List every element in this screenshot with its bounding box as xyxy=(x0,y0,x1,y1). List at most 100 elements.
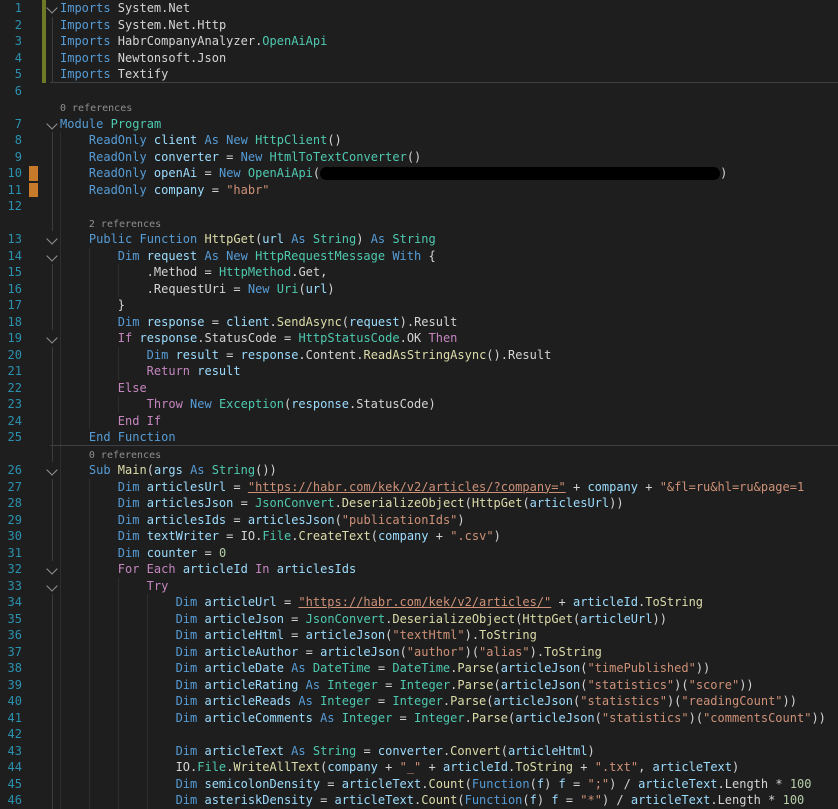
code-line[interactable]: 8 ReadOnly client As New HttpClient() xyxy=(0,132,838,149)
codelens-references-link[interactable]: 0 references xyxy=(89,450,161,461)
code-line[interactable]: 16 .RequestUri = New Uri(url) xyxy=(0,280,838,298)
codelens-references-link[interactable]: 2 references xyxy=(89,219,161,230)
line-number[interactable]: 2 xyxy=(0,17,22,34)
line-number[interactable]: 9 xyxy=(0,149,22,166)
code-line[interactable]: 33 Try xyxy=(0,577,838,595)
line-number[interactable]: 42 xyxy=(0,726,22,743)
code-line[interactable]: 22 Else xyxy=(0,379,838,397)
code-line[interactable]: 4 Imports Newtonsoft.Json xyxy=(0,49,838,67)
code-line[interactable]: 26 Sub Main(args As String()) xyxy=(0,462,838,479)
fold-chevron-icon[interactable] xyxy=(46,2,58,14)
codelens-row[interactable]: 0 references xyxy=(0,445,838,462)
line-number[interactable]: 10 xyxy=(0,165,22,182)
line-number[interactable]: 4 xyxy=(0,50,22,67)
line-number[interactable]: 13 xyxy=(0,231,22,248)
code-line[interactable]: 23 Throw New Exception(response.StatusCod… xyxy=(0,396,838,413)
code-line[interactable]: 42 xyxy=(0,726,838,743)
line-number[interactable]: 8 xyxy=(0,132,22,149)
code-line[interactable]: 37 Dim articleAuthor = articleJson("autho… xyxy=(0,643,838,661)
line-number[interactable]: 23 xyxy=(0,396,22,413)
code-line[interactable]: 27 Dim articlesUrl = "https://habr.com/ke… xyxy=(0,478,838,496)
code-line[interactable]: 34 Dim articleUrl = "https://habr.com/kek… xyxy=(0,594,838,611)
code-line[interactable]: 13 Public Function HttpGet(url As String)… xyxy=(0,231,838,248)
line-number[interactable]: 14 xyxy=(0,248,22,265)
code-line[interactable]: 28 Dim articlesJson = JsonConvert.Deseria… xyxy=(0,495,838,512)
code-line[interactable]: 3 Imports HabrCompanyAnalyzer.OpenAiApi xyxy=(0,33,838,50)
line-number[interactable]: 5 xyxy=(0,66,22,83)
line-number[interactable]: 15 xyxy=(0,264,22,281)
line-number[interactable]: 45 xyxy=(0,776,22,793)
line-number[interactable]: 26 xyxy=(0,462,22,479)
line-number[interactable]: 12 xyxy=(0,198,22,215)
code-line[interactable]: 17} xyxy=(0,297,838,314)
code-line[interactable]: 21 Return result xyxy=(0,363,838,380)
line-number[interactable]: 46 xyxy=(0,792,22,809)
code-line[interactable]: 39 Dim articleRating As Integer = Integer… xyxy=(0,676,838,694)
codelens-row[interactable]: 2 references xyxy=(0,214,838,231)
code-line[interactable]: 46 Dim asteriskDensity = articleText. Coun… xyxy=(0,792,838,809)
line-number[interactable]: 37 xyxy=(0,644,22,661)
line-number[interactable]: 36 xyxy=(0,627,22,644)
line-number[interactable]: 43 xyxy=(0,743,22,760)
line-number[interactable]: 17 xyxy=(0,297,22,314)
line-number[interactable]: 35 xyxy=(0,611,22,628)
code-line[interactable]: 6 xyxy=(0,83,838,100)
line-number[interactable]: 20 xyxy=(0,347,22,364)
code-line[interactable]: 40 Dim articleReads As Integer = Integer.… xyxy=(0,693,838,710)
code-line[interactable]: 10 ReadOnly openAi = New OpenAiApi() xyxy=(0,165,838,182)
code-line[interactable]: 44 IO.File.WriteAllText(company + "_" + a… xyxy=(0,759,838,776)
codelens-references-link[interactable]: 0 references xyxy=(60,103,132,114)
code-line[interactable]: 25 End Function xyxy=(0,429,838,446)
code-line[interactable]: 20 Dim result = response.Content.ReadAsSt… xyxy=(0,346,838,364)
line-number[interactable]: 40 xyxy=(0,693,22,710)
code-editor[interactable]: 1 Imports System.Net 2 Imports System.Net.H… xyxy=(0,0,838,809)
code-line[interactable]: 30 Dim textWriter = IO.File.CreateText(co… xyxy=(0,528,838,545)
line-number[interactable]: 18 xyxy=(0,314,22,331)
code-line[interactable]: 7 Module Program xyxy=(0,116,838,133)
line-number[interactable]: 7 xyxy=(0,116,22,133)
code-line[interactable]: 18 Dim response = client.SendAsync(reques… xyxy=(0,313,838,331)
line-number[interactable]: 32 xyxy=(0,561,22,578)
line-number[interactable]: 22 xyxy=(0,380,22,397)
line-number[interactable]: 30 xyxy=(0,528,22,545)
code-line[interactable]: 32 For Each articleId In articlesIds xyxy=(0,561,838,578)
line-number[interactable]: 21 xyxy=(0,363,22,380)
fold-chevron-icon[interactable] xyxy=(46,117,58,130)
code-line[interactable]: 36 Dim articleHtml = articleJson("textHtm… xyxy=(0,627,838,644)
code-line[interactable]: 9 ReadOnly converter = New HtmlToTextConv… xyxy=(0,148,838,166)
code-line[interactable]: 35 Dim articleJson = JsonConvert.Deserial… xyxy=(0,610,838,628)
code-line[interactable]: 12 xyxy=(0,198,838,215)
code-line[interactable]: 14 Dim request As New HttpRequestMessage … xyxy=(0,247,838,265)
code-line[interactable]: 29 Dim articlesIds = articlesJson("public… xyxy=(0,511,838,529)
line-number[interactable]: 1 xyxy=(0,0,22,17)
fold-chevron-icon[interactable] xyxy=(46,464,58,476)
code-line[interactable]: 19 If response.StatusCode = HttpStatusCod… xyxy=(0,330,838,347)
fold-chevron-icon[interactable] xyxy=(46,579,58,592)
line-number[interactable]: 25 xyxy=(0,429,22,446)
code-line[interactable]: 38 Dim articleDate As DateTime = DateTime… xyxy=(0,660,838,677)
line-number[interactable]: 6 xyxy=(0,83,22,100)
code-line[interactable]: 11 ReadOnly company = "habr" xyxy=(0,181,838,199)
line-number[interactable]: 33 xyxy=(0,578,22,595)
line-number[interactable]: 44 xyxy=(0,759,22,776)
code-line[interactable]: 15 .Method = HttpMethod.Get, xyxy=(0,264,838,281)
code-line[interactable]: 2 Imports System.Net.Http xyxy=(0,16,838,34)
line-number[interactable]: 19 xyxy=(0,330,22,347)
fold-chevron-icon[interactable] xyxy=(46,332,58,344)
line-number[interactable]: 28 xyxy=(0,495,22,512)
code-line[interactable]: 43 Dim articleText As String = converter.… xyxy=(0,742,838,760)
code-line[interactable]: 45 Dim semicolonDensity = articleText. Cou… xyxy=(0,775,838,793)
line-number[interactable]: 24 xyxy=(0,413,22,430)
line-number[interactable]: 34 xyxy=(0,594,22,611)
line-number[interactable]: 41 xyxy=(0,710,22,727)
line-number[interactable]: 38 xyxy=(0,660,22,677)
line-number[interactable]: 11 xyxy=(0,182,22,199)
line-number[interactable]: 16 xyxy=(0,281,22,298)
line-number[interactable]: 39 xyxy=(0,677,22,694)
line-number[interactable]: 29 xyxy=(0,512,22,529)
line-number[interactable]: 27 xyxy=(0,479,22,496)
code-line[interactable]: 1 Imports System.Net xyxy=(0,0,838,17)
fold-chevron-icon[interactable] xyxy=(46,563,58,575)
fold-chevron-icon[interactable] xyxy=(46,249,58,262)
codelens-row[interactable]: 0 references xyxy=(0,99,838,116)
